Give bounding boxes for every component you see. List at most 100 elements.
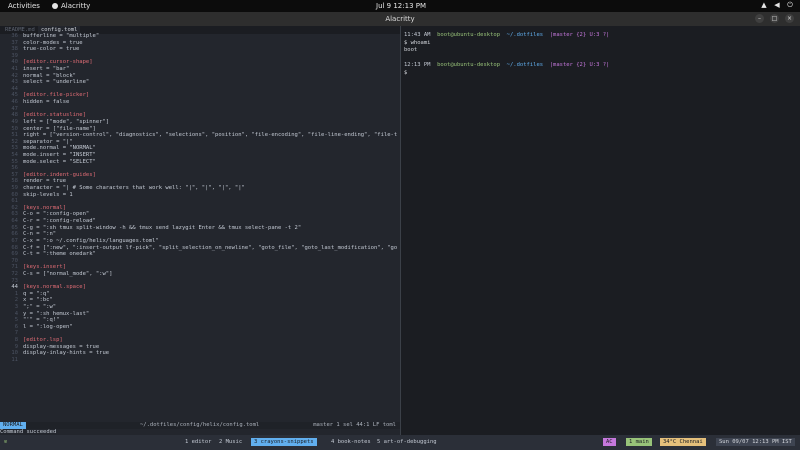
minimize-icon[interactable]: –: [755, 14, 764, 23]
terminal-text: boot: [404, 47, 418, 53]
tmux-window-2[interactable]: 2 Music: [216, 435, 245, 450]
code-line[interactable]: 46 hidden = false: [0, 99, 400, 106]
tmux-window-1[interactable]: 1 editor: [182, 435, 215, 450]
code-line[interactable]: 68 C-f = [":new", ":insert-output lf-pick…: [0, 245, 400, 252]
prompt-dir: ~/.dotfiles: [506, 62, 544, 68]
code-line[interactable]: 2x = ":bc": [0, 297, 400, 304]
code-line[interactable]: 43 select = "underline": [0, 79, 400, 86]
code-line[interactable]: 65 C-g = ":sh tmux split-window -h && tmu…: [0, 225, 400, 232]
code-line[interactable]: 39: [0, 53, 400, 60]
prompt-git: |master {2} U:3 ?|: [549, 62, 610, 68]
activities-button[interactable]: Activities: [8, 2, 40, 10]
code-line[interactable]: 8 [editor.lsp]: [0, 337, 400, 344]
code-line[interactable]: 60 skip-levels = 1: [0, 192, 400, 199]
code-area[interactable]: 36 bufferline = "multiple" 37 color-modes =…: [0, 33, 400, 363]
prompt-git: |master {2} U:3 ?|: [549, 32, 610, 38]
code-line[interactable]: 36 bufferline = "multiple": [0, 33, 400, 40]
code-line[interactable]: 54 mode.insert = "INSERT": [0, 152, 400, 159]
code-line[interactable]: 50 center = ["file-name"]: [0, 126, 400, 133]
terminal-line: 11:43 AM boot@ubuntu-desktop ~/.dotfiles…: [404, 32, 609, 40]
tmux-window-3[interactable]: 3 crayons-snippets: [251, 438, 317, 446]
code-line[interactable]: 48 [editor.statusline]: [0, 112, 400, 119]
code-line[interactable]: 71 [keys.insert]: [0, 264, 400, 271]
line-number: 11: [11, 356, 18, 363]
code-line[interactable]: 63 C-o = ":config-open": [0, 211, 400, 218]
code-line[interactable]: 6l = ":log-open": [0, 324, 400, 331]
code-line[interactable]: 1q = ":q": [0, 291, 400, 298]
network-icon: ▲: [761, 1, 767, 9]
volume-icon: ◀: [774, 1, 780, 9]
window-title: Alacritty: [385, 15, 415, 23]
git-branch: 1 main: [626, 438, 652, 446]
editor-pane[interactable]: README.md config.toml 36 bufferline = "mu…: [0, 26, 400, 435]
code-line[interactable]: 62 [keys.normal]: [0, 205, 400, 212]
code-line[interactable]: 4y = ":sh hemux-last": [0, 311, 400, 318]
terminal-pane[interactable]: 11:43 AM boot@ubuntu-desktop ~/.dotfiles…: [401, 26, 800, 435]
weather: 34°C Chennai: [660, 438, 706, 446]
code-line[interactable]: 59 character = "| # Some characters that …: [0, 185, 400, 192]
prompt-time: 12:13 PM: [404, 62, 431, 68]
code-line[interactable]: 64 C-r = ":config-reload": [0, 218, 400, 225]
code-line[interactable]: 45 [editor.file-picker]: [0, 92, 400, 99]
maximize-icon[interactable]: □: [770, 14, 779, 23]
ac-indicator: AC: [603, 438, 616, 446]
code-line[interactable]: 38 true-color = true: [0, 46, 400, 53]
tmux-window-5[interactable]: 5 art-of-debugging: [374, 435, 440, 450]
code-line[interactable]: 10 display-inlay-hints = true: [0, 350, 400, 357]
app-menu[interactable]: Alacritty: [52, 2, 90, 10]
close-icon[interactable]: ×: [785, 14, 794, 23]
code-line[interactable]: 49 left = ["mode", "spinner"]: [0, 119, 400, 126]
code-line[interactable]: 44: [0, 86, 400, 93]
code-line[interactable]: 11: [0, 357, 400, 364]
editor-statusline: NORMAL ~/.dotfiles/config/helix/config.t…: [0, 422, 400, 429]
window-titlebar[interactable]: Alacritty – □ ×: [0, 12, 800, 27]
terminal-line: $ whoami: [404, 40, 609, 48]
code-line[interactable]: 3 ";" = ":w": [0, 304, 400, 311]
code-line[interactable]: 42 normal = "block": [0, 73, 400, 80]
code-line[interactable]: 73: [0, 278, 400, 285]
code-line[interactable]: 56: [0, 165, 400, 172]
session-icon: ⊙: [4, 439, 8, 445]
prompt-dir: ~/.dotfiles: [506, 32, 544, 38]
system-tray[interactable]: ▲ ◀ ⏻: [760, 1, 794, 9]
file-path: ~/.dotfiles/config/helix/config.toml: [140, 422, 260, 428]
code-line[interactable]: 7: [0, 330, 400, 337]
app-icon: [52, 3, 58, 9]
clock[interactable]: Jul 9 12:13 PM: [376, 2, 426, 10]
datetime: Sun 09/07 12:13 PM IST: [716, 438, 795, 446]
code-line[interactable]: 58 render = true: [0, 178, 400, 185]
code-line[interactable]: 57 [editor.indent-guides]: [0, 172, 400, 179]
prompt-user: boot@ubuntu-desktop: [437, 62, 501, 68]
position-info: master 1 sel 44:1 LF toml: [313, 422, 396, 428]
code-line[interactable]: 52 separator = "|": [0, 139, 400, 146]
app-menu-label: Alacritty: [61, 2, 91, 10]
code-line[interactable]: 47: [0, 106, 400, 113]
code-line[interactable]: 61: [0, 198, 400, 205]
code-line[interactable]: 5 "'" = ":q!": [0, 317, 400, 324]
power-icon: ⏻: [787, 1, 793, 9]
code-line[interactable]: 72 C-s = ["normal_mode", ":w"]: [0, 271, 400, 278]
code-line[interactable]: 37 color-modes = true: [0, 40, 400, 47]
tmux-window-4[interactable]: 4 book-notes: [328, 435, 374, 450]
code-line[interactable]: 9 display-messages = true: [0, 344, 400, 351]
terminal-line: $: [404, 70, 609, 78]
terminal-output: 11:43 AM boot@ubuntu-desktop ~/.dotfiles…: [404, 32, 609, 77]
code-line[interactable]: 40 [editor.cursor-shape]: [0, 59, 400, 66]
prompt-time: 11:43 AM: [404, 32, 431, 38]
code-line[interactable]: 51 right = ["version-control", "diagnosti…: [0, 132, 400, 139]
code-line[interactable]: 55 mode.select = "SELECT": [0, 159, 400, 166]
code-line[interactable]: 66 C-n = ":n": [0, 231, 400, 238]
tmux-status-bar: ⊙ 1 editor 2 Music 3 crayons-snippets 4 boo…: [0, 435, 800, 450]
code-line[interactable]: 44 [keys.normal.space]: [0, 284, 400, 291]
window-controls: – □ ×: [755, 14, 794, 23]
terminal-line: 12:13 PM boot@ubuntu-desktop ~/.dotfiles…: [404, 62, 609, 70]
code-line[interactable]: 70: [0, 258, 400, 265]
code-line[interactable]: 41 insert = "bar": [0, 66, 400, 73]
mode-indicator: NORMAL: [0, 422, 26, 429]
code-line[interactable]: 53 mode.normal = "NORMAL": [0, 145, 400, 152]
code-line[interactable]: 67 C-x = ":o ~/.config/helix/languages.to…: [0, 238, 400, 245]
terminal-line: boot: [404, 47, 609, 55]
code-line[interactable]: 69 C-t = ":theme onedark": [0, 251, 400, 258]
prompt-user: boot@ubuntu-desktop: [437, 32, 501, 38]
